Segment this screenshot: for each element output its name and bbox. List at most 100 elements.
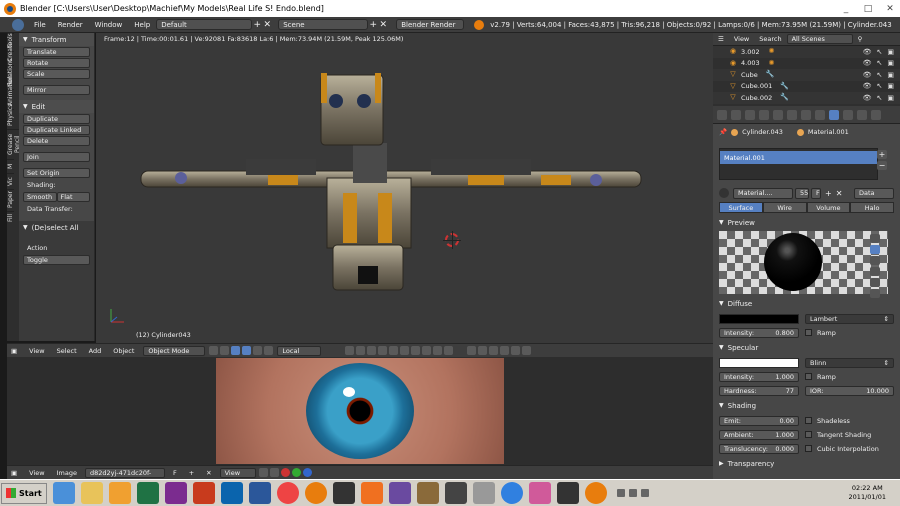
material-slot-list[interactable]: Material.001 bbox=[719, 148, 878, 180]
edit-panel-header[interactable]: ▼ Edit bbox=[19, 100, 94, 113]
checkbox[interactable] bbox=[805, 417, 812, 424]
menu-view[interactable]: View bbox=[23, 469, 50, 477]
fake-user-button[interactable]: F bbox=[167, 469, 183, 477]
set-origin-dropdown[interactable]: Set Origin bbox=[23, 168, 90, 178]
menu-help[interactable]: Help bbox=[128, 21, 156, 29]
3d-viewport[interactable]: Frame:12 | Time:00:01.61 | Ve:92081 Fa:8… bbox=[96, 33, 713, 343]
blue-channel-icon[interactable] bbox=[302, 468, 312, 477]
tab-physics[interactable]: Physics bbox=[7, 104, 14, 129]
tab-paper[interactable]: Paper bbox=[7, 189, 14, 211]
material-users-count[interactable]: 55 bbox=[795, 187, 809, 199]
tab-vic[interactable]: Vic bbox=[7, 173, 14, 189]
new-image-icon[interactable]: + bbox=[183, 469, 200, 477]
proportional-edit-icon[interactable] bbox=[478, 346, 488, 355]
tab-wire[interactable]: Wire bbox=[762, 202, 807, 213]
outliner-row[interactable]: ▽ Cube.002 🔧 👁 ↖ ▣ bbox=[713, 92, 900, 104]
translucency-field[interactable]: Translucency: 0.000 bbox=[719, 443, 799, 454]
onenote-icon[interactable] bbox=[164, 482, 187, 504]
menu-image[interactable]: Image bbox=[51, 469, 83, 477]
preview-monkey-icon[interactable] bbox=[870, 267, 880, 276]
unity-editor-icon[interactable] bbox=[556, 482, 579, 504]
specular-panel-header[interactable]: ▼ Specular bbox=[713, 341, 900, 354]
render-camera-icon[interactable]: ▣ bbox=[887, 82, 894, 90]
cinema4d-icon[interactable] bbox=[332, 482, 355, 504]
opengl-render-icon[interactable] bbox=[522, 346, 532, 355]
start-button[interactable]: Start bbox=[1, 482, 47, 504]
select-arrow-icon[interactable]: ↖ bbox=[877, 82, 883, 90]
unlink-material-icon[interactable]: ✕ bbox=[836, 189, 843, 198]
add-slot-button[interactable]: + bbox=[877, 150, 887, 159]
unity-icon[interactable] bbox=[444, 482, 467, 504]
preview-cube-icon[interactable] bbox=[870, 256, 880, 265]
render-icon[interactable] bbox=[511, 346, 521, 355]
data-tab-icon[interactable] bbox=[815, 109, 825, 120]
new-material-icon[interactable]: + bbox=[825, 189, 832, 198]
visibility-eye-icon[interactable]: 👁 bbox=[863, 94, 872, 102]
scale-manip-icon[interactable] bbox=[264, 346, 274, 355]
explorer-icon[interactable] bbox=[80, 482, 103, 504]
ior-field[interactable]: IOR: 10.000 bbox=[805, 385, 894, 396]
lock-icon[interactable] bbox=[467, 346, 477, 355]
add-layout-icon[interactable]: + bbox=[252, 20, 262, 30]
remove-scene-icon[interactable]: ✕ bbox=[378, 20, 388, 30]
excel-icon[interactable] bbox=[136, 482, 159, 504]
endoskeleton-model[interactable] bbox=[96, 33, 713, 343]
add-scene-icon[interactable]: + bbox=[368, 20, 378, 30]
layer-icon[interactable] bbox=[389, 346, 399, 355]
delete-button[interactable]: Delete bbox=[23, 136, 90, 146]
outliner-row[interactable]: ▽ Cube.001 🔧 👁 ↖ ▣ bbox=[713, 81, 900, 93]
outliner-row[interactable]: ▽ Cube 🔧 👁 ↖ ▣ bbox=[713, 69, 900, 81]
blender-icon[interactable] bbox=[304, 482, 327, 504]
preview-hair-icon[interactable] bbox=[870, 278, 880, 287]
flat-button[interactable]: Flat bbox=[56, 192, 90, 202]
tray-arrow-icon[interactable] bbox=[616, 489, 625, 497]
visibility-eye-icon[interactable]: 👁 bbox=[863, 82, 872, 90]
outliner-row[interactable]: ◉ 3.002 ✺ 👁 ↖ ▣ bbox=[713, 46, 900, 58]
image-name-field[interactable]: d82d2yj-471dc20f- bbox=[84, 467, 165, 478]
deselect-panel-header[interactable]: ▼ (De)select All bbox=[19, 221, 94, 234]
checkbox[interactable] bbox=[805, 445, 812, 452]
visibility-eye-icon[interactable]: 👁 bbox=[863, 48, 872, 56]
layout-selector[interactable]: Default bbox=[156, 19, 253, 30]
preview-sphere-icon[interactable] bbox=[870, 245, 880, 254]
link-mode-selector[interactable]: Data bbox=[854, 187, 894, 199]
specular-intensity-field[interactable]: Intensity: 1.000 bbox=[719, 371, 799, 382]
green-channel-icon[interactable] bbox=[291, 468, 301, 477]
tangent-shading-checkbox[interactable]: Tangent Shading bbox=[805, 431, 871, 439]
transform-panel-header[interactable]: ▼ Transform bbox=[19, 33, 94, 46]
menu-file[interactable]: File bbox=[28, 21, 52, 29]
tab-halo[interactable]: Halo bbox=[850, 202, 894, 213]
material-name-field[interactable]: Material.... bbox=[733, 187, 793, 199]
translate-manip-icon[interactable] bbox=[242, 346, 252, 355]
mode-selector[interactable]: Object Mode bbox=[143, 345, 206, 356]
red-channel-icon[interactable] bbox=[280, 468, 290, 477]
volume-icon[interactable] bbox=[640, 489, 649, 497]
chrome-icon[interactable] bbox=[276, 482, 299, 504]
viewport-shading-icon[interactable] bbox=[209, 346, 219, 355]
particles-tab-icon[interactable] bbox=[857, 109, 867, 120]
rotate-button[interactable]: Rotate bbox=[23, 58, 90, 68]
material-slot-item[interactable]: Material.001 bbox=[720, 151, 877, 164]
manipulator-icon[interactable] bbox=[231, 346, 241, 355]
blender-active-icon[interactable] bbox=[584, 482, 607, 504]
ambient-field[interactable]: Ambient: 1.000 bbox=[719, 429, 799, 440]
pin-icon[interactable]: 📌 bbox=[719, 128, 727, 136]
emit-field[interactable]: Emit: 0.00 bbox=[719, 415, 799, 426]
layer-icon[interactable] bbox=[433, 346, 443, 355]
physics-tab-icon[interactable] bbox=[871, 109, 881, 120]
duplicate-linked-button[interactable]: Duplicate Linked bbox=[23, 125, 90, 135]
diffuse-shader-dropdown[interactable]: Lambert ⇕ bbox=[805, 313, 894, 324]
checkbox[interactable] bbox=[805, 431, 812, 438]
powerpoint-icon[interactable] bbox=[192, 482, 215, 504]
render-engine-selector[interactable]: Blender Render bbox=[396, 19, 465, 30]
layers-tab-icon[interactable] bbox=[731, 109, 741, 120]
scale-button[interactable]: Scale bbox=[23, 69, 90, 79]
layer-icon[interactable] bbox=[411, 346, 421, 355]
diffuse-intensity-field[interactable]: Intensity: 0.800 bbox=[719, 327, 799, 338]
visibility-eye-icon[interactable]: 👁 bbox=[863, 71, 872, 79]
mirror-button[interactable]: Mirror bbox=[23, 85, 90, 95]
remove-slot-button[interactable]: − bbox=[877, 161, 887, 170]
audacity-icon[interactable] bbox=[500, 482, 523, 504]
tab-volume[interactable]: Volume bbox=[806, 202, 851, 213]
menu-select[interactable]: Select bbox=[51, 347, 83, 355]
